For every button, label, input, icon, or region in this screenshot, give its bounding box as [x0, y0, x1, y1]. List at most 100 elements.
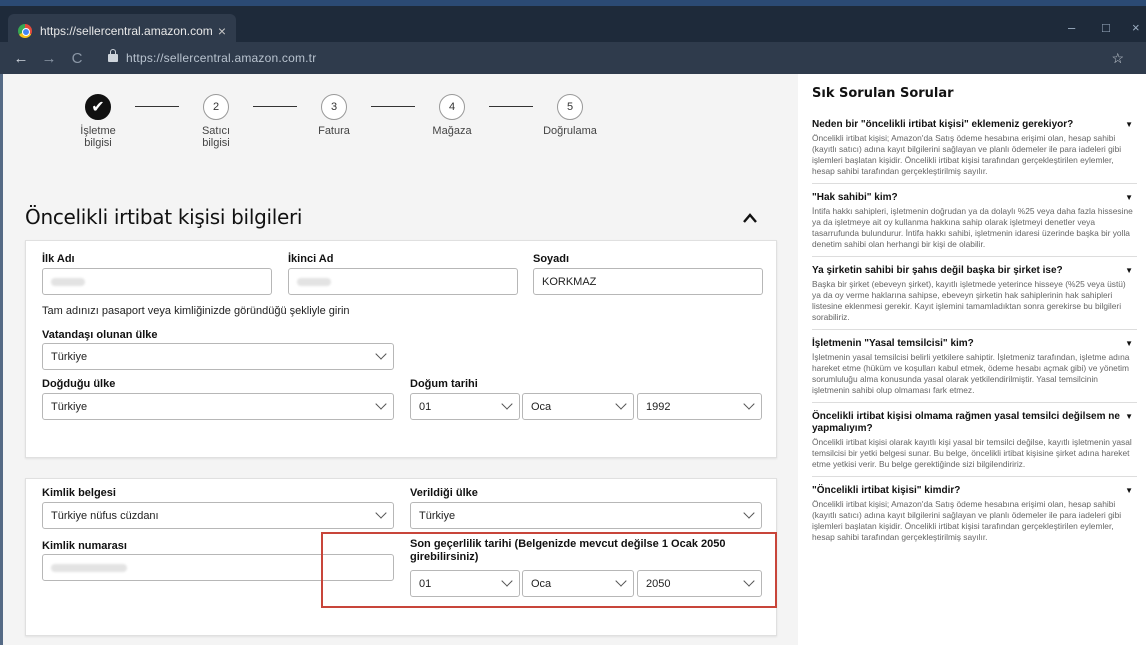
chevron-down-icon: [743, 507, 755, 519]
birth-date-label: Doğum tarihi: [410, 378, 478, 390]
page: ✔ İşletme bilgisi 2 Satıcı bilgisi 3 Fat…: [0, 74, 1146, 645]
caret-down-icon[interactable]: ▼: [1125, 119, 1133, 131]
chevron-down-icon: [615, 398, 627, 410]
faq-answer: İntifa hakkı sahipleri, işletmenin doğru…: [812, 206, 1133, 249]
birth-month-select[interactable]: Oca: [522, 393, 634, 420]
caret-down-icon[interactable]: ▼: [1125, 485, 1133, 497]
faq-item[interactable]: Neden bir "öncelikli irtibat kişisi" ekl…: [812, 111, 1137, 184]
issued-country-value: Türkiye: [419, 509, 456, 522]
lock-icon: [108, 49, 118, 62]
faq-heading: Sık Sorulan Sorular: [812, 86, 954, 101]
chrome-favicon-icon: [18, 24, 32, 38]
first-name-input[interactable]: [42, 268, 272, 295]
chevron-down-icon: [743, 398, 755, 410]
step-3-number: 3: [321, 94, 347, 120]
faq-answer: Öncelikli irtibat kişisi olarak kayıtlı …: [812, 437, 1132, 469]
step-5: 5 Doğrulama: [535, 94, 605, 137]
faq-answer: Öncelikli irtibat kişisi; Amazon'da Satı…: [812, 133, 1122, 176]
middle-name-input[interactable]: [288, 268, 518, 295]
progress-stepper: ✔ İşletme bilgisi 2 Satıcı bilgisi 3 Fat…: [63, 94, 663, 164]
faq-item[interactable]: Öncelikli irtibat kişisi olmama rağmen y…: [812, 403, 1137, 477]
chevron-down-icon: [375, 398, 387, 410]
birth-country-select[interactable]: Türkiye: [42, 393, 394, 420]
step-3: 3 Fatura: [299, 94, 369, 137]
step-5-label: Doğrulama: [543, 125, 597, 137]
step-5-number: 5: [557, 94, 583, 120]
middle-name-label: İkinci Ad: [288, 253, 334, 265]
birth-year-select[interactable]: 1992: [637, 393, 762, 420]
faq-question: "Hak sahibi" kim?: [812, 192, 898, 203]
chevron-up-icon[interactable]: [743, 211, 757, 225]
id-number-label: Kimlik numarası: [42, 540, 127, 552]
birth-day-select[interactable]: 01: [410, 393, 520, 420]
redacted-value: [297, 277, 331, 286]
section-title: Öncelikli irtibat kişisi bilgileri: [25, 205, 303, 229]
last-name-label: Soyadı: [533, 253, 570, 265]
birth-month-value: Oca: [531, 400, 552, 413]
faq-sidebar: Sık Sorulan Sorular Neden bir "öncelikli…: [798, 74, 1146, 645]
birth-year-value: 1992: [646, 400, 671, 413]
step-connector: [135, 106, 179, 107]
step-1-label: İşletme bilgisi: [80, 125, 116, 149]
faq-item[interactable]: "Hak sahibi" kim? ▼ İntifa hakkı sahipler…: [812, 184, 1137, 257]
address-bar: ← → C https://sellercentral.amazon.com.t…: [0, 42, 1146, 74]
step-2-number: 2: [203, 94, 229, 120]
faq-item[interactable]: İşletmenin "Yasal temsilcisi" kim? ▼ İşle…: [812, 330, 1137, 403]
chevron-down-icon: [375, 507, 387, 519]
name-hint: Tam adınızı pasaport veya kimliğinizde g…: [42, 305, 350, 317]
redacted-value: [51, 277, 85, 286]
bookmark-star-icon[interactable]: ☆: [1111, 50, 1124, 67]
chevron-down-icon: [375, 348, 387, 360]
caret-down-icon[interactable]: ▼: [1125, 265, 1133, 277]
step-connector: [253, 106, 297, 107]
faq-answer: Öncelikli irtibat kişisi; Amazon'da Satı…: [812, 499, 1122, 542]
highlight-box: [321, 532, 777, 608]
caret-down-icon[interactable]: ▼: [1125, 338, 1133, 350]
main-content: ✔ İşletme bilgisi 2 Satıcı bilgisi 3 Fat…: [3, 74, 798, 645]
birth-country-label: Doğduğu ülke: [42, 378, 116, 390]
forward-icon[interactable]: →: [38, 50, 60, 67]
faq-question: Neden bir "öncelikli irtibat kişisi" ekl…: [812, 119, 1074, 130]
step-4-number: 4: [439, 94, 465, 120]
minimize-icon[interactable]: –: [1068, 20, 1075, 35]
issued-country-select[interactable]: Türkiye: [410, 502, 762, 529]
browser-tab-bar: https://sellercentral.amazon.com.tr × – …: [0, 0, 1146, 48]
faq-question: Öncelikli irtibat kişisi olmama rağmen y…: [812, 411, 1120, 434]
birth-country-value: Türkiye: [51, 400, 88, 413]
faq-item[interactable]: Ya şirketin sahibi bir şahıs değil başka…: [812, 257, 1137, 330]
faq-question: "Öncelikli irtibat kişisi" kimdir?: [812, 485, 961, 496]
tab-title: https://sellercentral.amazon.com.tr: [40, 24, 212, 38]
chevron-down-icon: [501, 398, 513, 410]
maximize-icon[interactable]: □: [1102, 20, 1110, 35]
url-input[interactable]: https://sellercentral.amazon.com.tr: [126, 51, 316, 65]
step-3-label: Fatura: [318, 125, 350, 137]
step-1-check-icon: ✔: [85, 94, 111, 120]
issued-country-label: Verildiği ülke: [410, 487, 478, 499]
birth-day-value: 01: [419, 400, 432, 413]
first-name-label: İlk Adı: [42, 253, 75, 265]
citizenship-label: Vatandaşı olunan ülke: [42, 329, 158, 341]
tab-close-icon[interactable]: ×: [218, 23, 226, 39]
faq-question: İşletmenin "Yasal temsilcisi" kim?: [812, 338, 974, 349]
step-1: ✔ İşletme bilgisi: [63, 94, 133, 149]
back-icon[interactable]: ←: [10, 50, 32, 67]
window-close-icon[interactable]: ×: [1132, 20, 1140, 35]
personal-info-card: İlk Adı İkinci Ad Soyadı KORKMAZ Tam adı…: [25, 240, 777, 458]
step-connector: [371, 106, 415, 107]
faq-item[interactable]: "Öncelikli irtibat kişisi" kimdir? ▼ Önce…: [812, 477, 1137, 549]
reload-icon[interactable]: C: [66, 50, 88, 67]
caret-down-icon[interactable]: ▼: [1125, 411, 1133, 435]
citizenship-select[interactable]: Türkiye: [42, 343, 394, 370]
step-2: 2 Satıcı bilgisi: [181, 94, 251, 149]
faq-question: Ya şirketin sahibi bir şahıs değil başka…: [812, 265, 1063, 276]
caret-down-icon[interactable]: ▼: [1125, 192, 1133, 204]
step-connector: [489, 106, 533, 107]
faq-answer: İşletmenin yasal temsilcisi belirli yetk…: [812, 352, 1130, 395]
faq-answer: Başka bir şirket (ebeveyn şirket), kayıt…: [812, 279, 1126, 322]
id-document-select[interactable]: Türkiye nüfus cüzdanı: [42, 502, 394, 529]
step-4-label: Mağaza: [432, 125, 472, 137]
redacted-value: [51, 563, 127, 572]
last-name-input[interactable]: KORKMAZ: [533, 268, 763, 295]
id-document-label: Kimlik belgesi: [42, 487, 116, 499]
id-document-value: Türkiye nüfus cüzdanı: [51, 509, 159, 522]
